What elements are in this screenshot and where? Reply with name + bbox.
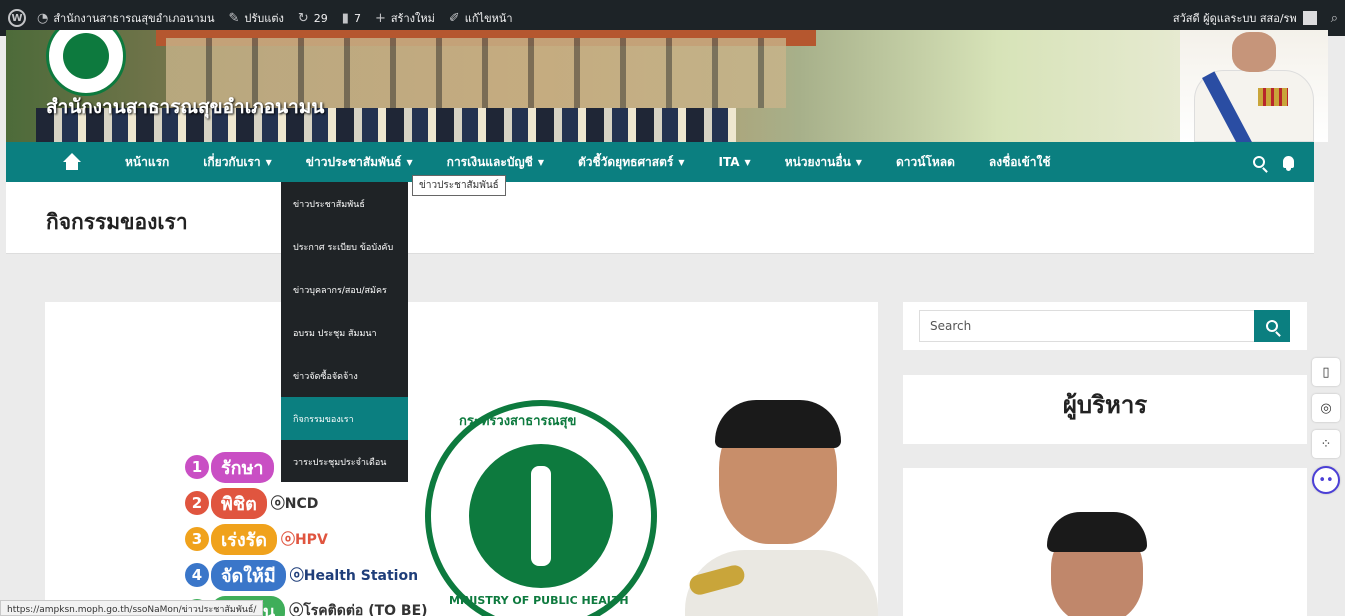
dropdown-item-procurement[interactable]: ข่าวจัดซื้อจัดจ้าง	[281, 354, 408, 397]
nav-label: หน้าแรก	[125, 154, 170, 169]
plus-icon: +	[374, 10, 386, 26]
assistant-icon[interactable]: ••	[1312, 466, 1340, 494]
campaign-number: 1	[185, 455, 209, 479]
updates-icon: ↻	[297, 10, 309, 26]
nav-about[interactable]: เกี่ยวกับเรา ▼	[186, 142, 288, 182]
nav-news[interactable]: ข่าวประชาสัมพันธ์ ▼	[289, 142, 430, 182]
admin-customize-label: ปรับแต่ง	[244, 12, 284, 25]
search-input[interactable]	[919, 310, 1255, 342]
admin-site-name: สำนักงานสาธารณสุขอำเภอนามน	[53, 12, 215, 25]
search-icon: ⌕	[1330, 10, 1338, 26]
book-icon[interactable]: ▯	[1312, 358, 1340, 386]
podcast-icon[interactable]: ◎	[1312, 394, 1340, 422]
site-header-banner: สำนักงานสาธารณสุขอำเภอนามน	[6, 30, 1328, 142]
caret-down-icon: ▼	[406, 157, 413, 167]
main-nav: หน้าแรก เกี่ยวกับเรา ▼ ข่าวประชาสัมพันธ์ ▼…	[6, 142, 1314, 182]
nav-label: เกี่ยวกับเรา	[203, 154, 261, 169]
nav-download[interactable]: ดาวน์โหลด	[879, 142, 972, 182]
campaign-word: รักษา	[211, 451, 274, 483]
site-title[interactable]: สำนักงานสาธารณสุขอำเภอนามน	[46, 92, 324, 122]
caret-down-icon: ▼	[855, 157, 862, 167]
admin-greeting: สวัสดี ผู้ดูแลระบบ สสอ/รพ	[1172, 12, 1297, 25]
campaign-tag: ⓞNCD	[270, 496, 319, 512]
bell-icon[interactable]	[1283, 156, 1294, 171]
search-icon	[1266, 320, 1278, 332]
campaign-number: 4	[185, 563, 209, 587]
admin-new-label: สร้างใหม่	[390, 12, 435, 25]
campaign-number: 3	[185, 527, 209, 551]
featured-image-card: 1 รักษา 2 พิชิต ⓞNCD 3 เร่งรัด ⓞHPV 4 จั…	[45, 302, 878, 616]
wordpress-icon[interactable]: W	[8, 9, 26, 27]
caret-down-icon: ▼	[537, 157, 544, 167]
browser-status-url: https://ampksn.moph.go.th/ssoNaMon/ข่าวป…	[0, 600, 264, 616]
dropdown-item-personnel[interactable]: ข่าวบุคลากร/สอบ/สมัคร	[281, 268, 408, 311]
page-title-band: กิจกรรมของเรา	[6, 182, 1314, 254]
moph-logo-icon	[46, 30, 126, 96]
caret-down-icon: ▼	[265, 157, 272, 167]
search-button[interactable]	[1254, 310, 1290, 342]
nav-ita[interactable]: ITA ▼	[702, 142, 768, 182]
pencil-icon: ✐	[448, 10, 460, 26]
nav-home[interactable]: หน้าแรก	[108, 142, 186, 182]
executive-photo-widget	[903, 468, 1307, 616]
avatar	[1302, 11, 1317, 25]
executives-title: ผู้บริหาร	[1062, 391, 1148, 419]
campaign-word: พิชิต	[211, 487, 267, 519]
dropdown-item-activities[interactable]: กิจกรรมของเรา	[281, 397, 408, 440]
campaign-tag: ⓞHealth Station	[289, 568, 419, 584]
apps-icon[interactable]: ⁘	[1312, 430, 1340, 458]
moph-seal-icon	[425, 400, 657, 616]
campaign-item: 4 จัดให้มี ⓞHealth Station	[185, 558, 428, 592]
nav-label: หน่วยงานอื่น	[784, 154, 851, 169]
campaign-word: เร่งรัด	[211, 523, 277, 555]
admin-edit-label: แก้ไขหน้า	[464, 12, 513, 25]
page-title: กิจกรรมของเรา	[46, 210, 188, 234]
seal-bottom-text: MINISTRY OF PUBLIC HEALTH	[449, 594, 629, 607]
search-icon[interactable]	[1253, 156, 1265, 168]
seal-top-text: กระทรวงสาธารณสุข	[459, 414, 577, 429]
news-dropdown-menu: ข่าวประชาสัมพันธ์ ประกาศ ระเบียบ ข้อบังค…	[281, 182, 408, 482]
header-portrait	[1180, 30, 1328, 142]
campaign-tag: ⓞโรคติดต่อ (TO BE)	[289, 603, 428, 616]
caret-down-icon: ▼	[744, 157, 751, 167]
floating-toolbar: ▯ ◎ ⁘ ••	[1312, 358, 1342, 494]
nav-label: การเงินและบัญชี	[446, 154, 533, 169]
home-icon[interactable]	[62, 153, 82, 171]
official-photo	[685, 400, 878, 616]
campaign-item: 3 เร่งรัด ⓞHPV	[185, 522, 428, 556]
dropdown-item-news[interactable]: ข่าวประชาสัมพันธ์	[281, 182, 408, 225]
dropdown-item-training[interactable]: อบรม ประชุม สัมมนา	[281, 311, 408, 354]
admin-comments-count: 7	[353, 11, 361, 25]
nav-other-agencies[interactable]: หน่วยงานอื่น ▼	[768, 142, 879, 182]
search-widget	[903, 302, 1307, 350]
admin-updates-count: 29	[313, 11, 328, 25]
campaign-item: 2 พิชิต ⓞNCD	[185, 486, 428, 520]
dropdown-item-announcements[interactable]: ประกาศ ระเบียบ ข้อบังคับ	[281, 225, 408, 268]
executives-widget: ผู้บริหาร	[903, 375, 1307, 444]
brush-icon: ✎	[228, 10, 240, 26]
nav-label: ITA	[718, 155, 740, 169]
campaign-word: จัดให้มี	[211, 559, 286, 591]
campaign-tag: ⓞHPV	[280, 532, 328, 548]
dashboard-icon: ◔	[37, 10, 49, 26]
nav-tooltip: ข่าวประชาสัมพันธ์	[412, 175, 506, 196]
nav-label: ดาวน์โหลด	[895, 154, 955, 169]
nav-kpi[interactable]: ตัวชี้วัดยุทธศาสตร์ ▼	[561, 142, 702, 182]
caret-down-icon: ▼	[678, 157, 685, 167]
campaign-number: 2	[185, 491, 209, 515]
executive-photo	[1043, 512, 1153, 616]
nav-label: ตัวชี้วัดยุทธศาสตร์	[577, 154, 674, 169]
nav-label: ข่าวประชาสัมพันธ์	[305, 154, 402, 169]
dropdown-item-monthly-meeting[interactable]: วาระประชุมประจำเดือน	[281, 440, 408, 483]
nav-login[interactable]: ลงชื่อเข้าใช้	[972, 142, 1068, 182]
comment-icon: ▮	[341, 10, 349, 26]
nav-label: ลงชื่อเข้าใช้	[988, 154, 1051, 169]
